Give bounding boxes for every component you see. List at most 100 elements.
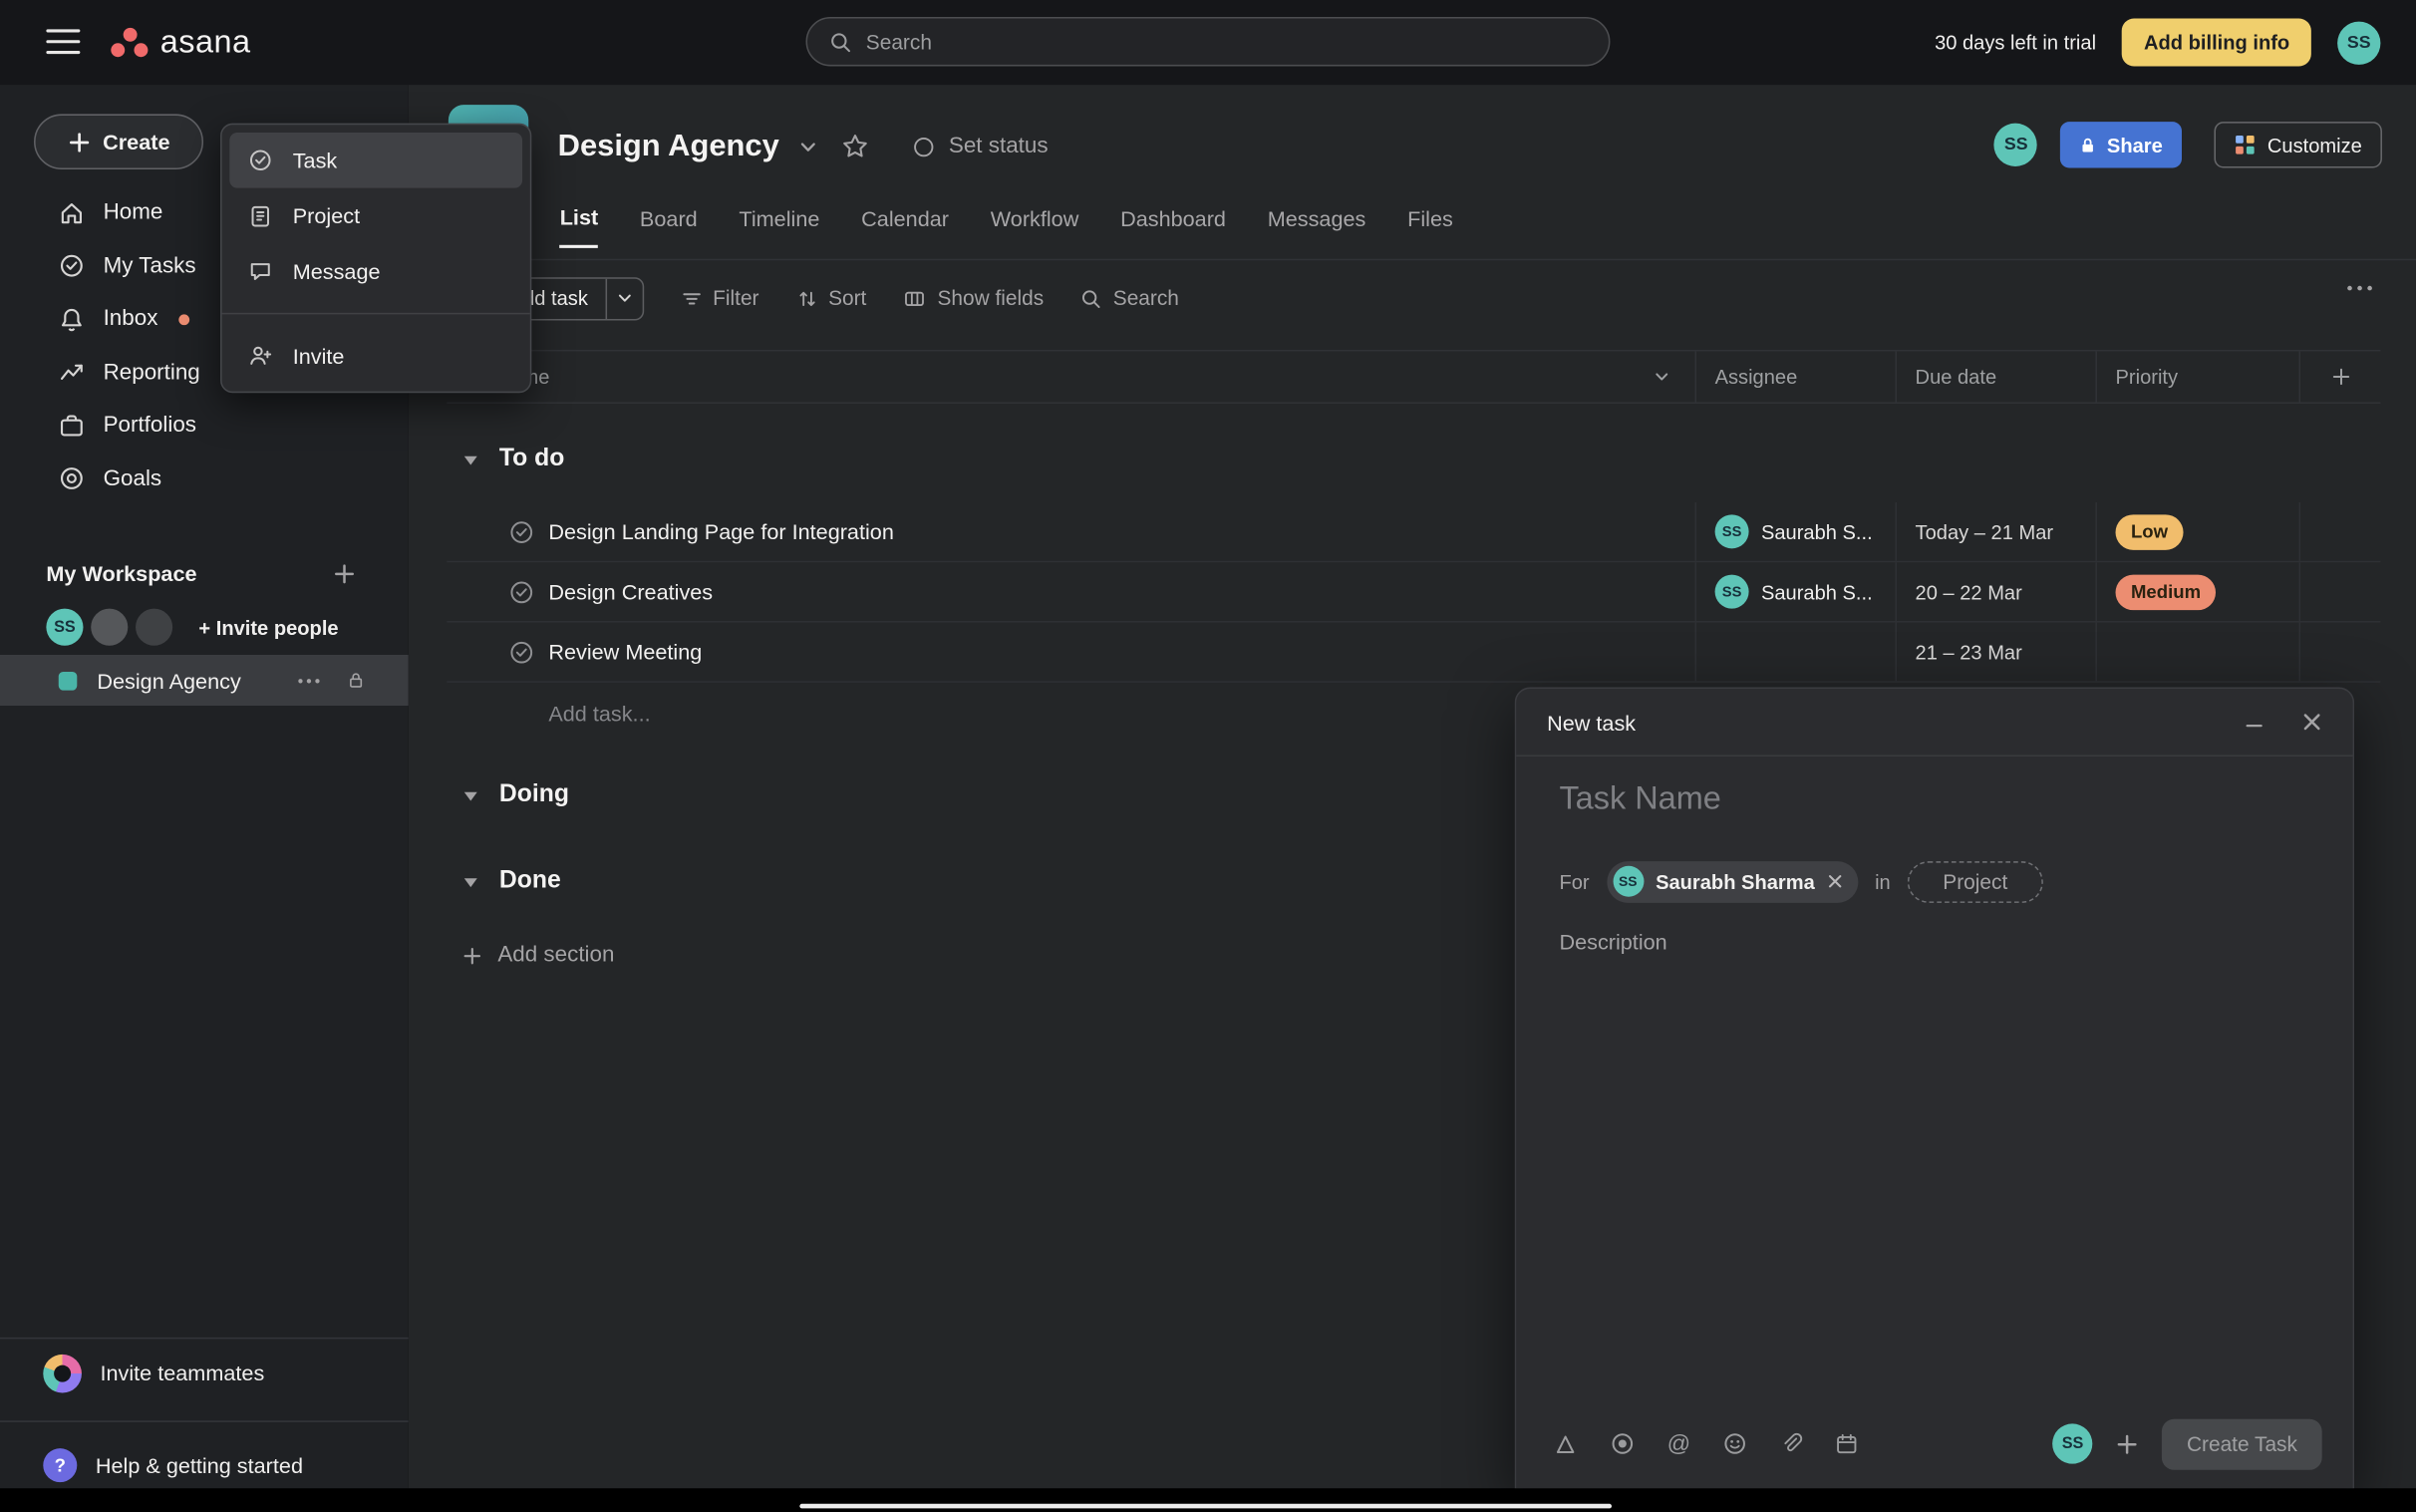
home-icon	[59, 200, 85, 226]
global-search[interactable]	[806, 17, 1611, 66]
add-collaborator-icon[interactable]	[2116, 1432, 2139, 1455]
section-caret-icon[interactable]	[462, 786, 479, 803]
column-due-label: Due date	[1916, 365, 1997, 388]
create-menu-item-project[interactable]: Project	[229, 188, 522, 244]
member-avatar[interactable]: SS	[46, 609, 83, 646]
add-section-label: Add section	[497, 943, 614, 968]
priority-badge: Medium	[2116, 574, 2217, 610]
list-search-button[interactable]: Search	[1080, 287, 1179, 310]
create-menu-item-invite[interactable]: Invite	[229, 328, 522, 384]
close-icon[interactable]	[2302, 711, 2322, 733]
customize-button[interactable]: Customize	[2214, 122, 2382, 167]
modal-header: New task	[1516, 689, 2352, 756]
search-input[interactable]	[866, 30, 1587, 53]
calendar-icon[interactable]	[1836, 1431, 1859, 1456]
task-row[interactable]: Design Creatives SS Saurabh S... 20 – 22…	[447, 562, 2380, 622]
project-more-icon[interactable]	[297, 677, 320, 683]
task-name[interactable]: Review Meeting	[548, 640, 702, 665]
sidebar-item-portfolios[interactable]: Portfolios	[0, 399, 409, 452]
add-column-button[interactable]	[2298, 351, 2380, 402]
tab-timeline[interactable]: Timeline	[739, 202, 819, 248]
record-icon[interactable]	[1610, 1431, 1635, 1456]
unread-dot	[179, 314, 190, 325]
create-task-button[interactable]: Create Task	[2162, 1418, 2321, 1469]
menu-item-label: Message	[293, 259, 381, 284]
task-row[interactable]: Design Landing Page for Integration SS S…	[447, 502, 2380, 562]
divider	[0, 1338, 409, 1340]
user-avatar[interactable]: SS	[2337, 21, 2380, 64]
task-name[interactable]: Design Landing Page for Integration	[548, 519, 894, 544]
star-icon[interactable]	[841, 133, 869, 160]
tab-files[interactable]: Files	[1407, 202, 1453, 248]
menu-item-label: Project	[293, 203, 360, 228]
section-caret-icon[interactable]	[462, 451, 479, 467]
tab-dashboard[interactable]: Dashboard	[1120, 202, 1226, 248]
check-circle-icon	[248, 148, 273, 172]
assignee-cell[interactable]: SS Saurabh S...	[1694, 562, 1895, 621]
creator-avatar[interactable]: SS	[2052, 1423, 2092, 1463]
help-button[interactable]: ? Help & getting started	[0, 1442, 409, 1488]
invite-people-button[interactable]: + Invite people	[198, 616, 338, 639]
attachment-icon[interactable]	[1780, 1431, 1803, 1456]
task-row[interactable]: Review Meeting 21 – 23 Mar	[447, 623, 2380, 683]
share-button[interactable]: Share	[2061, 122, 2182, 167]
set-status-button[interactable]: Set status	[912, 134, 1049, 158]
show-fields-button[interactable]: Show fields	[903, 287, 1044, 310]
invite-teammates-button[interactable]: Invite teammates	[0, 1350, 409, 1395]
complete-task-icon[interactable]	[508, 518, 534, 544]
collapse-all-icon[interactable]	[1654, 368, 1670, 385]
task-table: Design Landing Page for Integration SS S…	[447, 502, 2380, 683]
column-header-due-date[interactable]: Due date	[1895, 351, 2095, 402]
column-header-priority[interactable]: Priority	[2095, 351, 2298, 402]
project-picker-label: Project	[1943, 870, 2007, 893]
assignee-cell[interactable]: SS Saurabh S...	[1694, 502, 1895, 561]
mention-icon[interactable]: @	[1667, 1432, 1691, 1455]
description-input[interactable]	[1559, 929, 2310, 1391]
priority-cell[interactable]: Medium	[2095, 562, 2298, 621]
add-section-button[interactable]: Add section	[462, 934, 615, 977]
remove-assignee-icon[interactable]	[1827, 874, 1842, 889]
create-menu-item-task[interactable]: Task	[229, 133, 522, 188]
priority-cell[interactable]	[2095, 623, 2298, 682]
hamburger-menu-icon[interactable]	[46, 29, 80, 55]
app-root: asana 30 days left in trial Add billing …	[0, 0, 2416, 1512]
sidebar-item-goals[interactable]: Goals	[0, 453, 409, 505]
complete-task-icon[interactable]	[508, 578, 534, 604]
invite-teammates-icon	[43, 1354, 82, 1392]
member-avatar[interactable]: SS	[1994, 124, 2037, 166]
tab-calendar[interactable]: Calendar	[861, 202, 949, 248]
tab-list[interactable]: List	[560, 202, 598, 248]
task-name-input[interactable]	[1559, 781, 2298, 818]
column-header-assignee[interactable]: Assignee	[1694, 351, 1895, 402]
create-button[interactable]: Create	[34, 114, 203, 169]
add-task-caret[interactable]	[605, 278, 642, 318]
assignee-chip[interactable]: SS Saurabh Sharma	[1607, 860, 1858, 902]
chevron-down-icon[interactable]	[797, 137, 817, 156]
minimize-icon[interactable]	[2244, 711, 2265, 733]
tab-board[interactable]: Board	[640, 202, 698, 248]
tab-workflow[interactable]: Workflow	[991, 202, 1079, 248]
column-header-name[interactable]: Name	[447, 351, 1694, 402]
task-name[interactable]: Design Creatives	[548, 579, 713, 604]
due-date-cell[interactable]: Today – 21 Mar	[1895, 502, 2095, 561]
complete-task-icon[interactable]	[508, 639, 534, 665]
filter-button[interactable]: Filter	[681, 287, 759, 310]
text-format-icon[interactable]	[1553, 1432, 1578, 1455]
add-billing-info-button[interactable]: Add billing info	[2122, 19, 2311, 67]
more-options-icon[interactable]	[2346, 285, 2372, 291]
project-picker[interactable]: Project	[1908, 860, 2043, 902]
sidebar-project-label: Design Agency	[97, 668, 277, 693]
tab-messages[interactable]: Messages	[1268, 202, 1366, 248]
due-date-cell[interactable]: 20 – 22 Mar	[1895, 562, 2095, 621]
emoji-icon[interactable]	[1723, 1431, 1748, 1456]
section-caret-icon[interactable]	[462, 873, 479, 890]
create-menu-item-message[interactable]: Message	[229, 243, 522, 299]
add-task-inline[interactable]: Add task...	[548, 694, 650, 734]
assignee-cell[interactable]	[1694, 623, 1895, 682]
due-date-cell[interactable]: 21 – 23 Mar	[1895, 623, 2095, 682]
add-project-icon[interactable]	[333, 561, 356, 584]
sort-button[interactable]: Sort	[796, 287, 867, 310]
sidebar-item-design-agency[interactable]: Design Agency	[0, 655, 409, 706]
priority-cell[interactable]: Low	[2095, 502, 2298, 561]
asana-logo[interactable]: asana	[111, 0, 250, 85]
